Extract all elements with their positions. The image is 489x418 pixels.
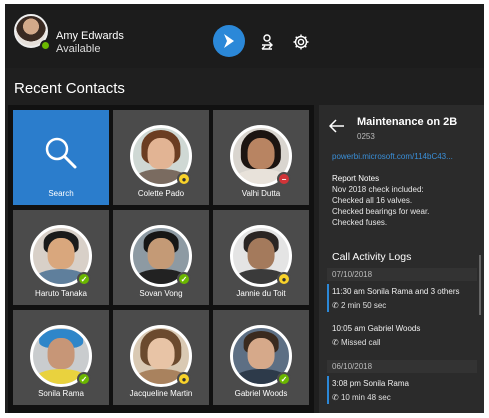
log-duration: 2 min 50 sec <box>340 301 387 310</box>
tile-label: Haruto Tanaka <box>35 289 87 298</box>
transfer-icon[interactable] <box>257 32 277 52</box>
contacts-grid: Search ● Colette Pado − Valhi Dutta ✓ Ha… <box>8 105 314 413</box>
user-presence-icon <box>40 40 51 51</box>
contact-tile-sovan-vong[interactable]: ✓ Sovan Vong <box>113 210 209 305</box>
away-status-icon: ● <box>277 272 291 286</box>
note-line: Checked all 16 valves. <box>332 196 413 205</box>
away-status-icon: ● <box>177 372 191 386</box>
log-entry[interactable]: 11:30 am Sonila Rama and 3 others <box>332 287 459 296</box>
missed-call-icon: ✆ <box>332 338 339 347</box>
panel-subtitle: 0253 <box>357 132 375 141</box>
log-selection-bar <box>327 376 329 404</box>
section-title: Recent Contacts <box>14 80 125 97</box>
top-bar: Amy Edwards Available <box>5 4 484 68</box>
busy-status-icon: − <box>277 172 291 186</box>
search-icon <box>45 137 77 169</box>
contact-tile-haruto-tanaka[interactable]: ✓ Haruto Tanaka <box>13 210 109 305</box>
panel-header: Maintenance on 2B 0253 <box>319 105 484 148</box>
gear-icon[interactable] <box>291 32 311 52</box>
log-duration: Missed call <box>340 338 381 347</box>
available-status-icon: ✓ <box>177 272 191 286</box>
tile-label: Search <box>48 189 74 198</box>
tile-label: Sonila Rama <box>38 389 84 398</box>
call-icon: ✆ <box>332 393 339 402</box>
log-duration: 10 min 48 sec <box>340 393 391 402</box>
log-entry[interactable]: 3:08 pm Sonila Rama <box>332 379 409 388</box>
note-line: Checked fuses. <box>332 218 388 227</box>
away-status-icon: ● <box>177 172 191 186</box>
available-status-icon: ✓ <box>277 372 291 386</box>
note-line: Checked bearings for wear. <box>332 207 430 216</box>
log-selection-bar <box>327 284 329 312</box>
contact-tile-colette-pado[interactable]: ● Colette Pado <box>113 110 209 205</box>
notes-label: Report Notes <box>332 174 380 183</box>
tile-label: Sovan Vong <box>139 289 183 298</box>
detail-panel: Maintenance on 2B 0253 powerbi.microsoft… <box>319 105 484 413</box>
dynamics-icon[interactable] <box>213 25 245 57</box>
log-entry[interactable]: 10:05 am Gabriel Woods <box>332 324 420 333</box>
panel-scrollbar[interactable] <box>479 255 481 315</box>
contact-tile-jacqueline-martin[interactable]: ● Jacqueline Martin <box>113 310 209 405</box>
log-meta: ✆ Missed call <box>332 338 381 347</box>
log-date: 06/10/2018 <box>327 360 477 373</box>
call-logs-title: Call Activity Logs <box>332 251 412 263</box>
back-arrow-icon[interactable] <box>328 119 345 137</box>
tile-label: Jannie du Toit <box>236 289 286 298</box>
available-status-icon: ✓ <box>77 372 91 386</box>
contact-tile-gabriel-woods[interactable]: ✓ Gabriel Woods <box>213 310 309 405</box>
user-name: Amy Edwards <box>56 30 124 42</box>
log-meta: ✆ 2 min 50 sec <box>332 301 386 310</box>
tile-label: Gabriel Woods <box>234 389 288 398</box>
available-status-icon: ✓ <box>77 272 91 286</box>
user-status: Available <box>56 43 101 55</box>
note-line: Nov 2018 check included: <box>332 185 424 194</box>
contact-tile-sonila-rama[interactable]: ✓ Sonila Rama <box>13 310 109 405</box>
contact-tile-jannie-du-toit[interactable]: ● Jannie du Toit <box>213 210 309 305</box>
panel-title: Maintenance on 2B <box>357 116 458 128</box>
log-meta: ✆ 10 min 48 sec <box>332 393 391 402</box>
contact-tile-valhi-dutta[interactable]: − Valhi Dutta <box>213 110 309 205</box>
app-window: Amy Edwards Available Recent Contacts Se… <box>5 4 484 413</box>
call-icon: ✆ <box>332 301 339 310</box>
report-link[interactable]: powerbi.microsoft.com/114bC43... <box>332 152 453 161</box>
log-date: 07/10/2018 <box>327 268 477 281</box>
tile-label: Jacqueline Martin <box>129 389 193 398</box>
tile-label: Colette Pado <box>137 189 185 198</box>
tile-label: Valhi Dutta <box>241 189 281 198</box>
search-tile[interactable]: Search <box>13 110 109 205</box>
